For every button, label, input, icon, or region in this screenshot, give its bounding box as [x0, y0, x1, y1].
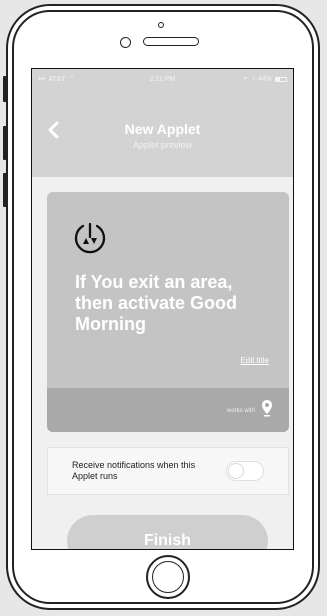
- home-button-ring: [152, 561, 184, 593]
- edit-title-link[interactable]: Edit title: [241, 356, 269, 365]
- page-title: New Applet: [124, 121, 201, 137]
- carrier-label: AT&T: [48, 75, 66, 83]
- battery-label: 44%: [257, 75, 272, 83]
- exit-area-icon: [74, 222, 106, 254]
- status-right: ↗ ◔ 44%: [242, 75, 287, 83]
- applet-card: If You exit an area, then activate Good …: [47, 192, 289, 432]
- wifi-icon: ⌔: [68, 75, 76, 83]
- page-subtitle: Applet preview: [132, 140, 193, 150]
- battery-fill: [276, 77, 281, 81]
- toggle-knob: [228, 463, 244, 479]
- applet-title: If You exit an area, then activate Good …: [75, 272, 238, 334]
- notification-toggle[interactable]: [226, 461, 264, 481]
- notification-label: Receive notifications when this Applet r…: [72, 460, 196, 481]
- notification-setting-row: Receive notifications when this Applet r…: [47, 447, 289, 495]
- page-stage: ••• AT&T ⌔ 2:11 PM ↗ ◔ 44% New Applet Ap…: [0, 0, 327, 616]
- front-sensor: [120, 37, 131, 48]
- app-header: New Applet Applet preview: [32, 89, 293, 177]
- applet-card-footer: works with: [47, 388, 289, 432]
- front-camera-dot: [158, 22, 164, 28]
- phone-screen: ••• AT&T ⌔ 2:11 PM ↗ ◔ 44% New Applet Ap…: [31, 68, 294, 550]
- earpiece-speaker: [143, 37, 199, 46]
- alarm-icon: ◔: [250, 75, 255, 83]
- battery-icon: [275, 76, 287, 82]
- location-services-icon: ↗: [241, 76, 248, 83]
- signal-icon: •••: [38, 75, 46, 83]
- home-button[interactable]: [146, 555, 190, 599]
- location-pin-icon: [262, 400, 272, 417]
- finish-button[interactable]: Finish: [67, 515, 268, 549]
- applet-preview-content: If You exit an area, then activate Good …: [32, 177, 293, 549]
- status-bar: ••• AT&T ⌔ 2:11 PM ↗ ◔ 44%: [32, 69, 293, 89]
- status-time: 2:11 PM: [149, 75, 176, 83]
- applet-card-body: If You exit an area, then activate Good …: [47, 192, 289, 388]
- status-left: ••• AT&T ⌔: [38, 75, 75, 84]
- works-with-label: works with: [226, 408, 255, 414]
